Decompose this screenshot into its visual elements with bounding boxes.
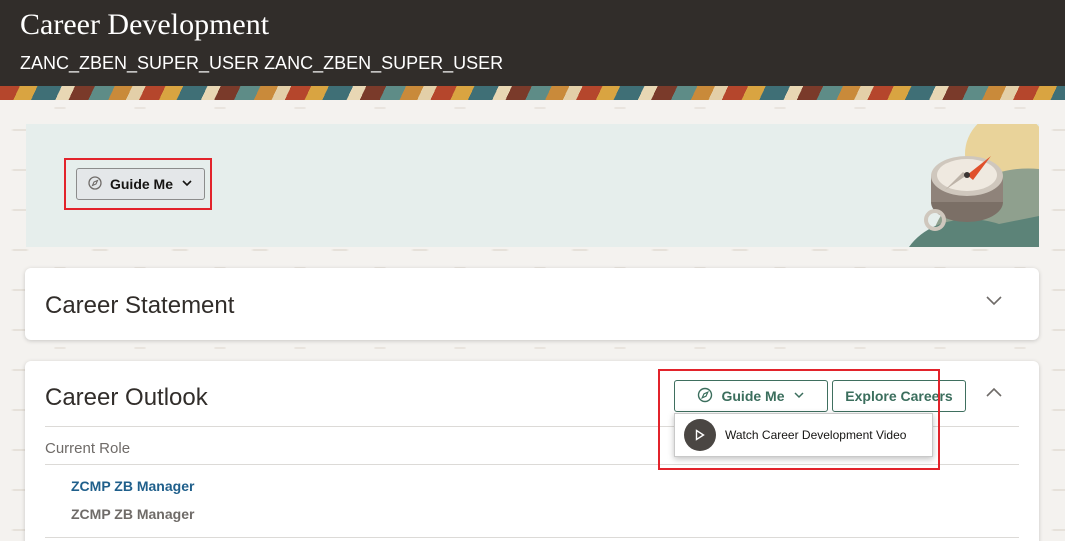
compass-icon: [88, 175, 102, 193]
divider: [45, 464, 1019, 465]
compass-icon: [697, 387, 713, 406]
expand-career-statement-button[interactable]: [978, 286, 1010, 318]
divider: [45, 537, 1019, 538]
guide-me-label: Guide Me: [721, 388, 785, 404]
outlook-guide-me-button[interactable]: Guide Me: [674, 380, 828, 412]
user-name: ZANC_ZBEN_SUPER_USER ZANC_ZBEN_SUPER_USE…: [20, 53, 504, 73]
career-outlook-card: Career Outlook Guide Me Explore Careers: [25, 361, 1039, 541]
career-statement-card: Career Statement: [25, 268, 1039, 340]
decorative-pattern: [0, 86, 1065, 100]
chevron-down-icon: [181, 176, 193, 192]
play-icon: [684, 419, 716, 451]
career-outlook-title: Career Outlook: [45, 384, 208, 411]
guide-banner: Guide Me: [26, 124, 1039, 247]
chevron-down-icon: [985, 293, 1003, 311]
chevron-down-icon: [793, 388, 805, 404]
current-role-subtitle: ZCMP ZB Manager: [71, 506, 195, 522]
page-title: Career Development: [20, 8, 270, 41]
current-role-label: Current Role: [45, 440, 131, 457]
guide-menu-item-label: Watch Career Development Video: [725, 428, 907, 442]
guide-menu-item-watch-video[interactable]: Watch Career Development Video: [674, 413, 933, 457]
career-statement-title: Career Statement: [45, 292, 235, 319]
chevron-up-icon: [985, 386, 1003, 404]
current-role-link[interactable]: ZCMP ZB Manager: [71, 478, 194, 494]
guide-me-button[interactable]: Guide Me: [76, 168, 205, 200]
guide-me-label: Guide Me: [109, 176, 173, 192]
collapse-career-outlook-button[interactable]: [978, 379, 1010, 411]
page-header: Career Development ZANC_ZBEN_SUPER_USER …: [0, 0, 1065, 86]
compass-illustration-icon: [909, 124, 1039, 247]
explore-careers-button[interactable]: Explore Careers: [832, 380, 966, 412]
